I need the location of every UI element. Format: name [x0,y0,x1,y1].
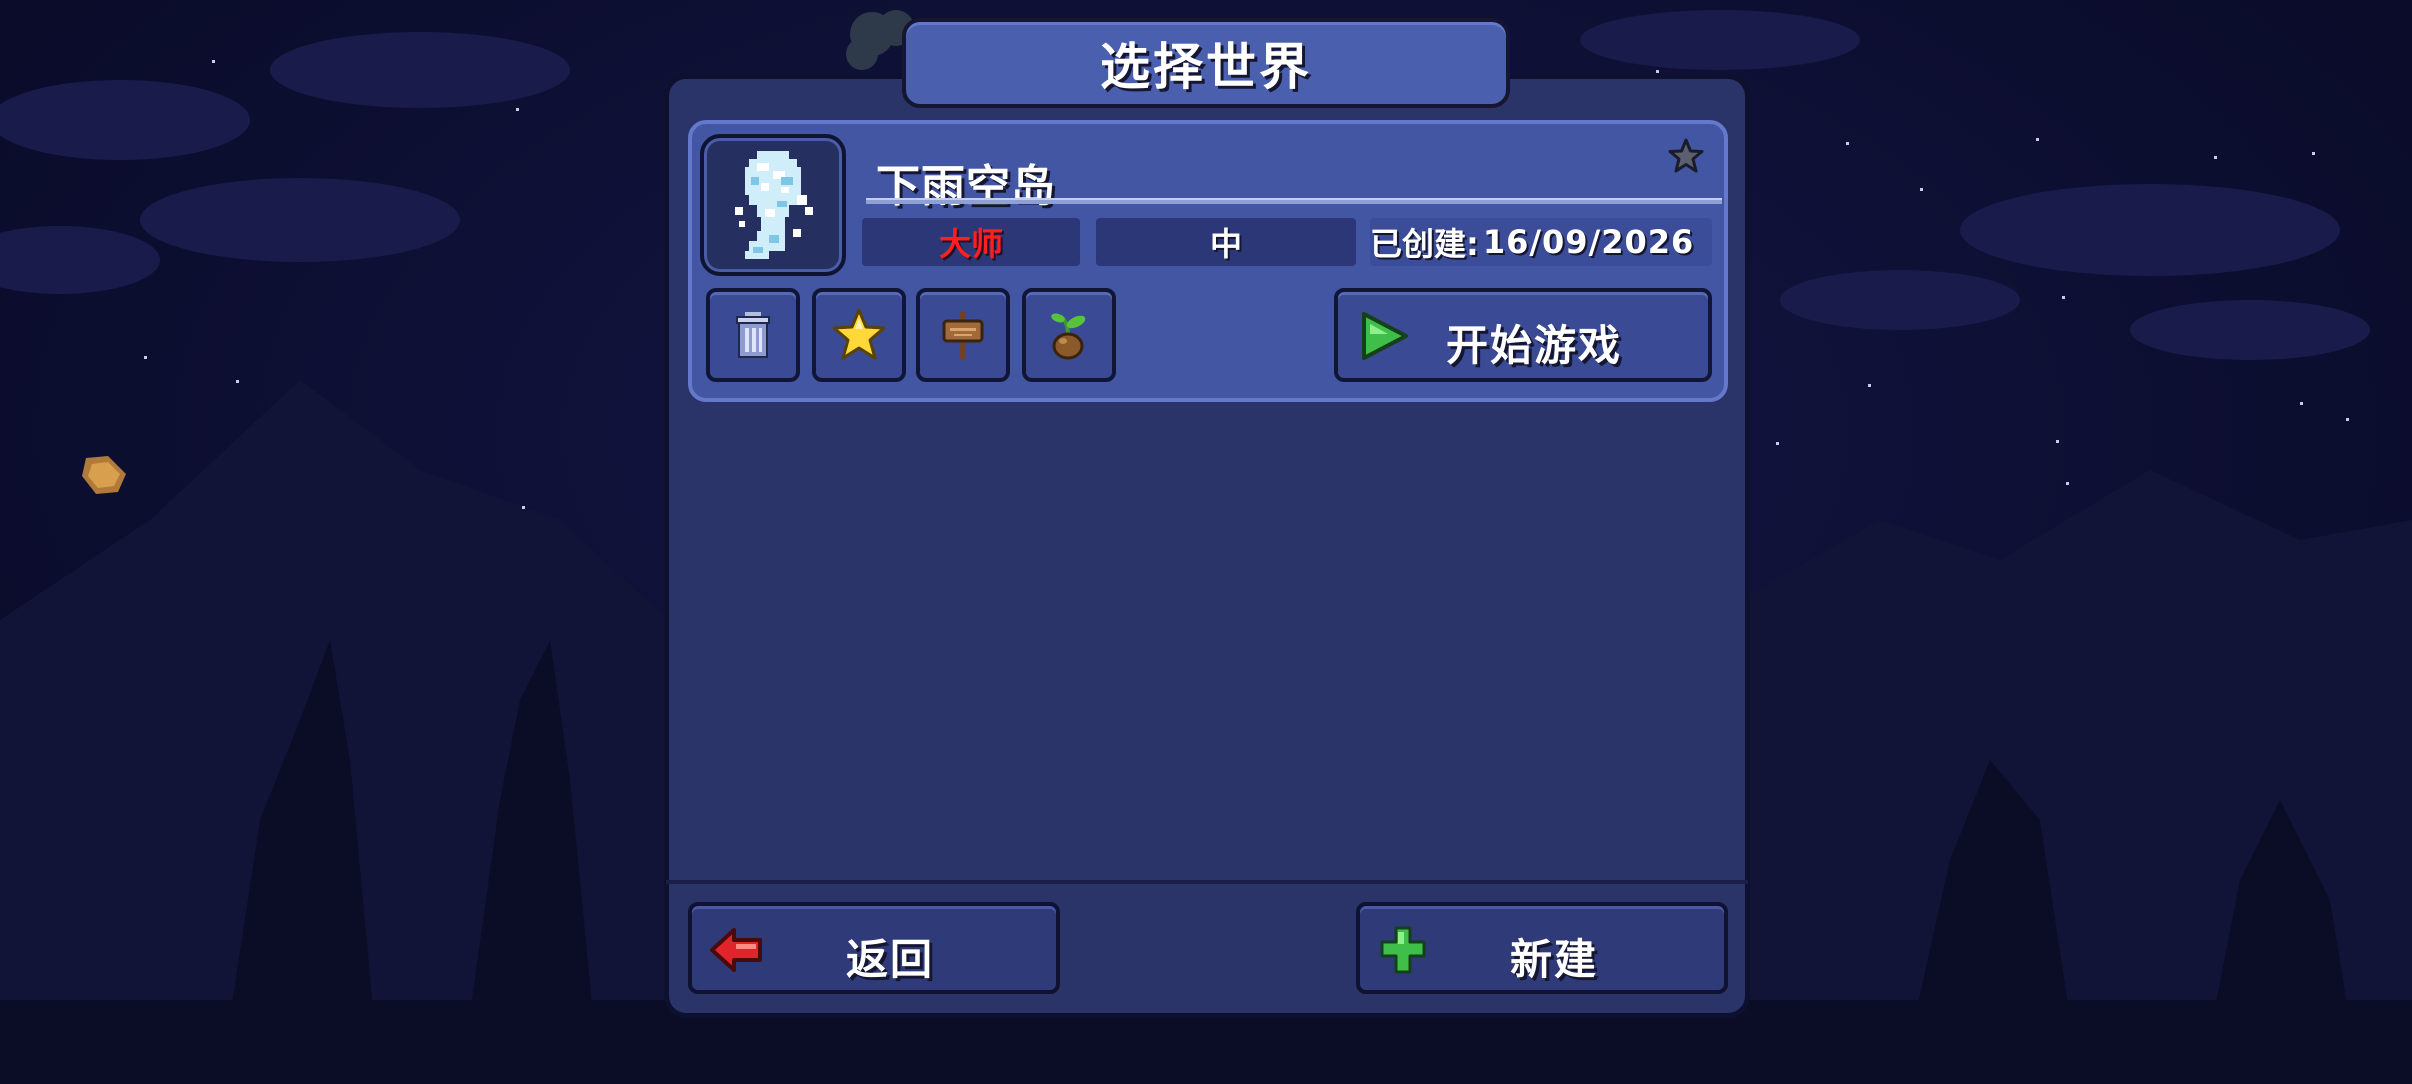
back-button[interactable]: 返回 [688,902,1060,994]
title-banner: 选择世界 [902,18,1510,108]
meteorite-icon [82,456,126,494]
name-divider [866,198,1722,204]
play-button-label: 开始游戏 [1446,321,1623,370]
world-size-label: 中 [1209,225,1242,263]
created-date: 16/09/2026 [1482,223,1695,261]
favorite-world-button[interactable] [812,288,906,382]
panel-divider [666,880,1748,884]
gold-star-icon [832,308,886,360]
play-world-button[interactable]: 开始游戏 [1334,288,1712,382]
star-outline-icon[interactable] [1668,138,1704,174]
delete-world-button[interactable] [706,288,800,382]
green-plus-icon [1380,926,1426,974]
page-title: 选择世界 [1100,38,1312,96]
game-screen: 选择世界 下雨空岛 大师 中 已创建: 16/09/2026 开始游戏 返回 新… [0,0,2412,1084]
created-label: 已创建: [1370,225,1479,263]
created-date-badge: 已创建: 16/09/2026 [1370,218,1712,266]
trash-can-icon [736,312,770,358]
world-seed-button[interactable] [1022,288,1116,382]
rename-world-button[interactable] [916,288,1010,382]
red-back-arrow-icon [710,928,762,972]
back-button-label: 返回 [846,935,935,984]
seed-sprout-icon [1051,313,1086,360]
new-world-button[interactable]: 新建 [1356,902,1728,994]
green-play-arrow-icon [1362,312,1408,360]
world-size-badge: 中 [1096,218,1356,266]
new-button-label: 新建 [1510,935,1599,984]
world-name: 下雨空岛 [876,161,1056,212]
wooden-sign-icon [942,311,984,359]
difficulty-label: 大师 [938,225,1003,263]
difficulty-badge: 大师 [862,218,1080,266]
sky-island-world-icon [700,134,846,276]
